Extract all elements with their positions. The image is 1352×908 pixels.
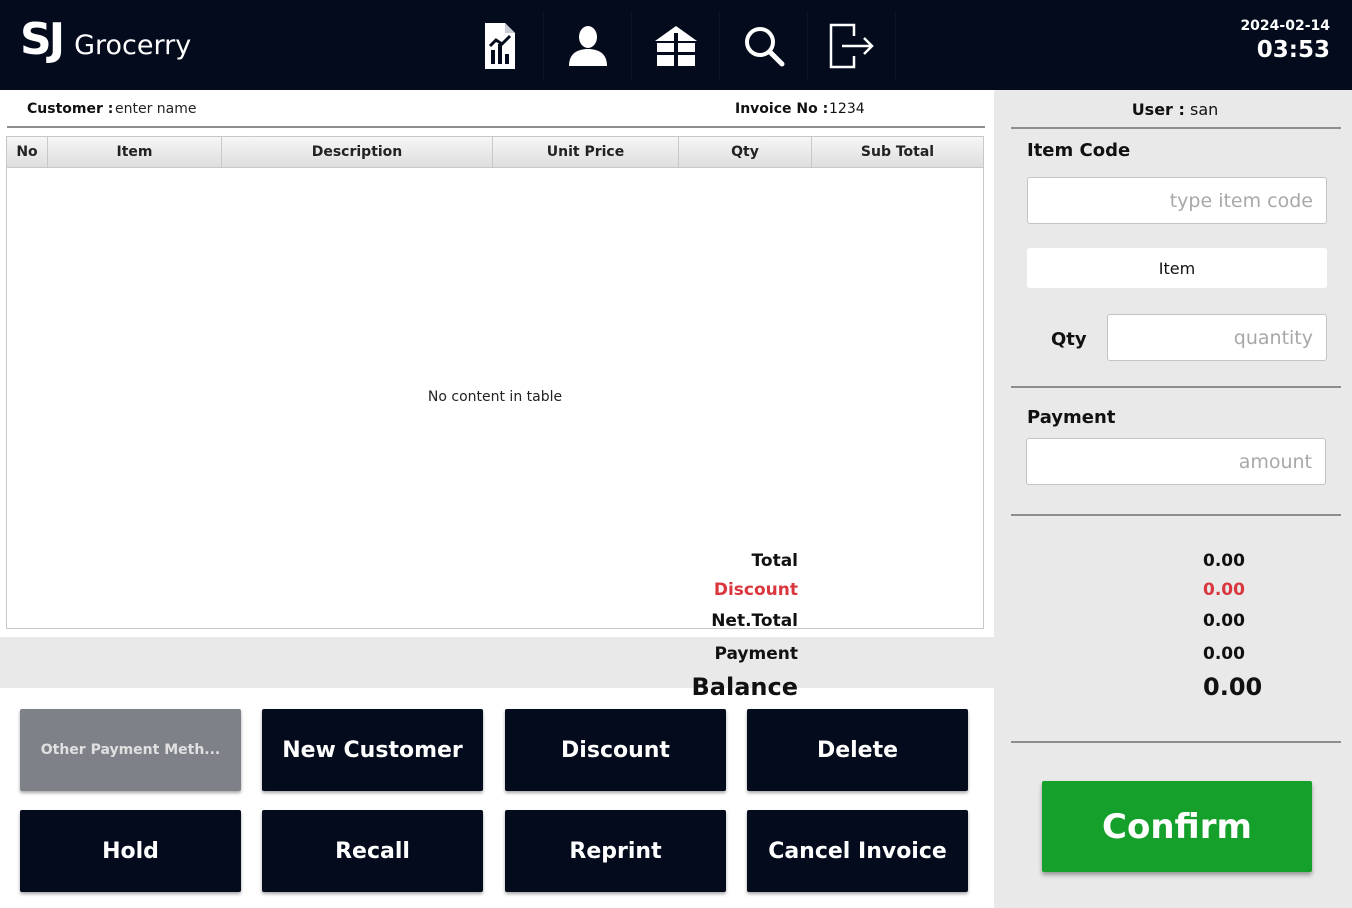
net-total-label: Net.Total	[711, 611, 798, 631]
date-time: 2024-02-14 03:53	[1240, 18, 1330, 63]
column-header-qty[interactable]: Qty	[679, 137, 812, 167]
payment-summary-label: Payment	[714, 644, 798, 664]
report-icon	[484, 23, 515, 69]
column-header-unit-price[interactable]: Unit Price	[493, 137, 679, 167]
customer-label: Customer :	[27, 101, 114, 117]
user-name: san	[1190, 100, 1219, 119]
table-header: No Item Description Unit Price Qty Sub T…	[7, 137, 983, 168]
invoice-number-value: 1234	[829, 101, 865, 117]
search-icon	[744, 27, 784, 67]
logo-name: Grocerry	[74, 30, 192, 61]
net-total-value: 0.00	[1203, 611, 1245, 631]
nav-toolbar	[456, 12, 896, 80]
discount-label: Discount	[713, 580, 798, 600]
current-time: 03:53	[1256, 37, 1330, 63]
recall-button[interactable]: Recall	[262, 810, 483, 892]
qty-label: Qty	[1051, 329, 1087, 350]
separator	[1011, 386, 1341, 388]
reports-button[interactable]	[456, 12, 544, 80]
cancel-invoice-button[interactable]: Cancel Invoice	[747, 810, 968, 892]
column-header-item[interactable]: Item	[48, 137, 222, 167]
payment-label: Payment	[1027, 407, 1116, 428]
separator	[1011, 741, 1341, 743]
logout-button[interactable]	[808, 12, 896, 80]
column-header-sub-total[interactable]: Sub Total	[812, 137, 983, 167]
balance-value: 0.00	[1203, 673, 1263, 701]
store-button[interactable]	[632, 12, 720, 80]
item-code-input[interactable]	[1027, 177, 1327, 224]
empty-table-message: No content in table	[427, 389, 563, 405]
separator	[1011, 127, 1341, 129]
confirm-button[interactable]: Confirm	[1042, 781, 1312, 872]
total-value: 0.00	[1203, 551, 1245, 571]
payment-summary-value: 0.00	[1203, 644, 1245, 664]
total-label: Total	[751, 551, 798, 571]
discount-value: 0.00	[1203, 580, 1245, 600]
reprint-button[interactable]: Reprint	[505, 810, 726, 892]
delete-button[interactable]: Delete	[747, 709, 968, 791]
store-icon	[654, 26, 697, 66]
balance-label: Balance	[691, 673, 799, 701]
column-header-no[interactable]: No	[7, 137, 48, 167]
checkout-panel: User : san Item Code Item Qty Payment To…	[692, 90, 1352, 908]
user-label: User :	[1131, 100, 1185, 119]
qty-input[interactable]	[1107, 314, 1327, 361]
separator	[1011, 514, 1341, 516]
search-button[interactable]	[720, 12, 808, 80]
logout-icon	[829, 23, 874, 69]
item-name-display: Item	[1027, 248, 1327, 288]
discount-button[interactable]: Discount	[505, 709, 726, 791]
logo-mark: SJ	[20, 14, 65, 65]
column-header-description[interactable]: Description	[222, 137, 493, 167]
invoice-items-table: No Item Description Unit Price Qty Sub T…	[6, 136, 984, 629]
customers-button[interactable]	[544, 12, 632, 80]
invoice-number-label: Invoice No :	[735, 101, 829, 117]
payment-amount-input[interactable]	[1026, 438, 1326, 485]
top-bar: SJ Grocerry 2024-02-14 03:53	[0, 0, 1352, 90]
app-logo: SJ Grocerry	[20, 14, 191, 65]
customer-name-input[interactable]	[115, 97, 355, 121]
current-date: 2024-02-14	[1240, 18, 1330, 34]
user-icon	[568, 26, 607, 66]
other-payment-methods-button[interactable]: Other Payment Meth...	[20, 709, 241, 791]
invoice-info-row: Customer : Invoice No : 1234	[7, 90, 985, 128]
divider-strip	[0, 637, 994, 688]
item-code-label: Item Code	[1027, 140, 1131, 161]
new-customer-button[interactable]: New Customer	[262, 709, 483, 791]
current-user: User : san	[1011, 100, 1339, 119]
hold-button[interactable]: Hold	[20, 810, 241, 892]
